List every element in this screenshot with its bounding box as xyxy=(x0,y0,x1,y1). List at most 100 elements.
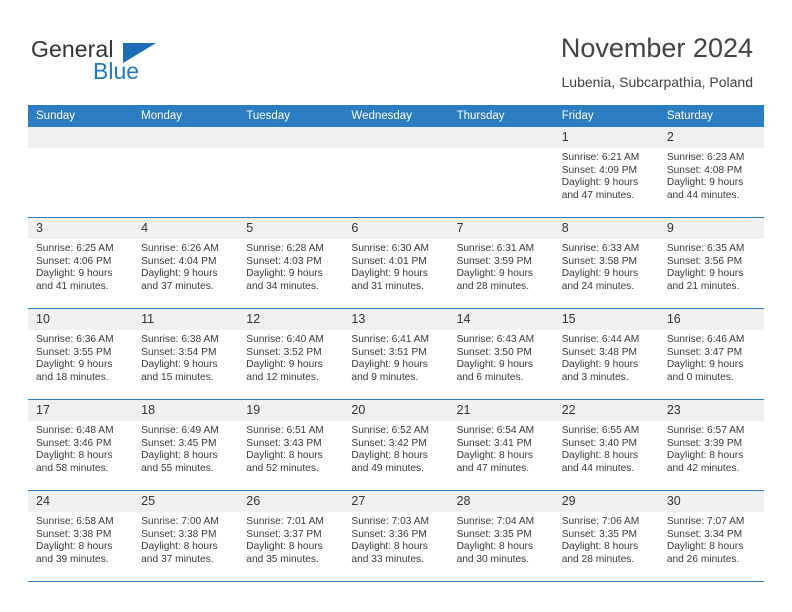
weekday-header-monday: Monday xyxy=(133,105,239,127)
sunset-text: Sunset: 3:54 PM xyxy=(141,346,217,358)
weekday-header-wednesday: Wednesday xyxy=(343,105,449,127)
daylight-text-line1: Daylight: 9 hours xyxy=(141,268,218,280)
calendar-day-cell[interactable]: 13 Sunrise: 6:41 AM Sunset: 3:51 PM Dayligh… xyxy=(343,308,449,400)
day-number: 5 xyxy=(238,218,344,239)
brand-logo[interactable]: General Blue xyxy=(31,36,251,88)
sunrise-text: Sunrise: 6:55 AM xyxy=(561,425,640,436)
calendar-day-cell[interactable]: 4 Sunrise: 6:26 AM Sunset: 4:04 PM Daylight… xyxy=(133,217,239,309)
sunset-text: Sunset: 3:34 PM xyxy=(666,528,743,540)
sunrise-text: Sunrise: 6:30 AM xyxy=(351,243,430,254)
calendar-day-cell[interactable]: 15 Sunrise: 6:44 AM Sunset: 3:48 PM Dayligh… xyxy=(553,308,659,400)
sunset-text: Sunset: 3:35 PM xyxy=(456,528,532,540)
sunrise-text: Sunrise: 6:52 AM xyxy=(351,425,430,436)
calendar-day-cell[interactable]: 11 Sunrise: 6:38 AM Sunset: 3:54 PM Dayligh… xyxy=(133,308,239,400)
daylight-text-line1: Daylight: 9 hours xyxy=(456,268,534,280)
daylight-text-line2: and 44 minutes. xyxy=(561,462,635,474)
sunrise-text: Sunrise: 6:51 AM xyxy=(246,425,324,436)
day-number: 12 xyxy=(238,309,344,330)
day-number: 30 xyxy=(658,491,764,512)
day-details: Sunrise: 6:49 AM Sunset: 3:45 PM Daylight:… xyxy=(133,421,238,475)
daylight-text-line2: and 39 minutes. xyxy=(36,553,109,565)
calendar-day-cell[interactable]: 30 Sunrise: 7:07 AM Sunset: 3:34 PM Dayligh… xyxy=(658,490,764,582)
daylight-text-line1: Daylight: 9 hours xyxy=(666,177,744,189)
calendar-day-cell[interactable]: 28 Sunrise: 7:04 AM Sunset: 3:35 PM Dayligh… xyxy=(448,490,554,582)
daylight-text-line1: Daylight: 9 hours xyxy=(561,359,639,371)
page-header: General Blue November 2024 Lubenia, Subc… xyxy=(0,0,792,100)
day-details: Sunrise: 6:21 AM Sunset: 4:09 PM Daylight:… xyxy=(554,148,659,202)
calendar-day-cell[interactable]: 24 Sunrise: 6:58 AM Sunset: 3:38 PM Dayligh… xyxy=(28,490,134,582)
sunset-text: Sunset: 3:55 PM xyxy=(36,346,112,358)
weekday-header-saturday: Saturday xyxy=(658,105,764,127)
day-number: 28 xyxy=(448,491,554,512)
calendar-day-cell[interactable]: 26 Sunrise: 7:01 AM Sunset: 3:37 PM Dayligh… xyxy=(238,490,344,582)
daylight-text-line1: Daylight: 8 hours xyxy=(561,450,639,462)
daylight-text-line2: and 28 minutes. xyxy=(456,280,530,292)
day-number: 18 xyxy=(133,400,239,421)
calendar-day-cell[interactable]: 2 Sunrise: 6:23 AM Sunset: 4:08 PM Daylight… xyxy=(658,127,764,218)
day-number: 3 xyxy=(28,218,134,239)
calendar-day-cell[interactable]: 21 Sunrise: 6:54 AM Sunset: 3:41 PM Dayligh… xyxy=(448,399,554,491)
page-subtitle: Lubenia, Subcarpathia, Poland xyxy=(561,74,753,90)
calendar-day-cell[interactable]: 12 Sunrise: 6:40 AM Sunset: 3:52 PM Dayligh… xyxy=(238,308,344,400)
sunset-text: Sunset: 3:35 PM xyxy=(561,528,638,540)
sunset-text: Sunset: 3:41 PM xyxy=(456,437,532,449)
calendar-day-cell[interactable]: 3 Sunrise: 6:25 AM Sunset: 4:06 PM Daylight… xyxy=(28,217,134,309)
daylight-text-line1: Daylight: 9 hours xyxy=(456,359,534,371)
calendar-day-cell[interactable]: 19 Sunrise: 6:51 AM Sunset: 3:43 PM Dayligh… xyxy=(238,399,344,491)
day-number: 8 xyxy=(553,218,659,239)
calendar-day-cell[interactable]: 25 Sunrise: 7:00 AM Sunset: 3:38 PM Dayligh… xyxy=(133,490,239,582)
daylight-text-line1: Daylight: 9 hours xyxy=(351,359,428,371)
day-details: Sunrise: 6:26 AM Sunset: 4:04 PM Daylight:… xyxy=(133,239,238,293)
day-details: Sunrise: 6:25 AM Sunset: 4:06 PM Daylight:… xyxy=(28,239,133,293)
sunrise-text: Sunrise: 6:35 AM xyxy=(666,243,745,254)
calendar-day-cell[interactable]: 5 Sunrise: 6:28 AM Sunset: 4:03 PM Daylight… xyxy=(238,217,344,309)
sunrise-text: Sunrise: 7:06 AM xyxy=(561,516,640,527)
calendar-day-cell[interactable]: 1 Sunrise: 6:21 AM Sunset: 4:09 PM Daylight… xyxy=(553,127,659,218)
sunset-text: Sunset: 3:38 PM xyxy=(141,528,217,540)
daylight-text-line2: and 34 minutes. xyxy=(246,280,319,292)
calendar-day-cell[interactable]: 14 Sunrise: 6:43 AM Sunset: 3:50 PM Dayligh… xyxy=(448,308,554,400)
calendar-day-cell[interactable]: 22 Sunrise: 6:55 AM Sunset: 3:40 PM Dayligh… xyxy=(553,399,659,491)
calendar-day-cell[interactable]: 20 Sunrise: 6:52 AM Sunset: 3:42 PM Dayligh… xyxy=(343,399,449,491)
calendar-day-cell[interactable]: 7 Sunrise: 6:31 AM Sunset: 3:59 PM Daylight… xyxy=(448,217,554,309)
day-number: 23 xyxy=(658,400,764,421)
sunset-text: Sunset: 4:06 PM xyxy=(36,255,112,267)
sunset-text: Sunset: 3:50 PM xyxy=(456,346,532,358)
calendar-day-cell[interactable]: 10 Sunrise: 6:36 AM Sunset: 3:55 PM Dayligh… xyxy=(28,308,134,400)
day-number: 22 xyxy=(553,400,659,421)
calendar-week-row: 10 Sunrise: 6:36 AM Sunset: 3:55 PM Dayligh… xyxy=(28,308,764,400)
daylight-text-line1: Daylight: 8 hours xyxy=(141,450,218,462)
day-number: 13 xyxy=(343,309,449,330)
calendar-day-cell[interactable]: 6 Sunrise: 6:30 AM Sunset: 4:01 PM Daylight… xyxy=(343,217,449,309)
day-details: Sunrise: 6:38 AM Sunset: 3:54 PM Daylight:… xyxy=(133,330,238,384)
calendar-day-cell[interactable]: 23 Sunrise: 6:57 AM Sunset: 3:39 PM Dayligh… xyxy=(658,399,764,491)
sunset-text: Sunset: 3:51 PM xyxy=(351,346,427,358)
daylight-text-line2: and 3 minutes. xyxy=(561,371,629,383)
day-details: Sunrise: 6:40 AM Sunset: 3:52 PM Daylight:… xyxy=(238,330,343,384)
calendar-day-cell[interactable]: 8 Sunrise: 6:33 AM Sunset: 3:58 PM Daylight… xyxy=(553,217,659,309)
calendar-day-cell[interactable]: 17 Sunrise: 6:48 AM Sunset: 3:46 PM Dayligh… xyxy=(28,399,134,491)
sunrise-text: Sunrise: 6:49 AM xyxy=(141,425,219,436)
daylight-text-line1: Daylight: 9 hours xyxy=(666,359,744,371)
sunrise-text: Sunrise: 6:25 AM xyxy=(36,243,114,254)
day-number: 7 xyxy=(448,218,554,239)
calendar-day-cell[interactable]: 9 Sunrise: 6:35 AM Sunset: 3:56 PM Daylight… xyxy=(658,217,764,309)
calendar-week-row: 3 Sunrise: 6:25 AM Sunset: 4:06 PM Daylight… xyxy=(28,217,764,309)
daylight-text-line1: Daylight: 8 hours xyxy=(351,541,428,553)
calendar-day-cell[interactable]: 27 Sunrise: 7:03 AM Sunset: 3:36 PM Dayligh… xyxy=(343,490,449,582)
sunrise-text: Sunrise: 7:04 AM xyxy=(456,516,535,527)
daylight-text-line1: Daylight: 9 hours xyxy=(666,268,744,280)
day-details: Sunrise: 7:07 AM Sunset: 3:34 PM Daylight:… xyxy=(659,512,764,566)
daylight-text-line1: Daylight: 8 hours xyxy=(561,541,639,553)
weekday-header-thursday: Thursday xyxy=(448,105,554,127)
calendar-day-cell[interactable]: 18 Sunrise: 6:49 AM Sunset: 3:45 PM Dayligh… xyxy=(133,399,239,491)
daylight-text-line2: and 6 minutes. xyxy=(456,371,524,383)
calendar-day-cell[interactable]: 29 Sunrise: 7:06 AM Sunset: 3:35 PM Dayligh… xyxy=(553,490,659,582)
day-details: Sunrise: 6:41 AM Sunset: 3:51 PM Daylight:… xyxy=(343,330,448,384)
day-number: 25 xyxy=(133,491,239,512)
calendar-week-row: 17 Sunrise: 6:48 AM Sunset: 3:46 PM Dayligh… xyxy=(28,399,764,491)
day-number xyxy=(28,127,134,148)
page-title: November 2024 xyxy=(560,33,753,63)
daylight-text-line1: Daylight: 8 hours xyxy=(456,450,534,462)
calendar-day-cell[interactable]: 16 Sunrise: 6:46 AM Sunset: 3:47 PM Dayligh… xyxy=(658,308,764,400)
